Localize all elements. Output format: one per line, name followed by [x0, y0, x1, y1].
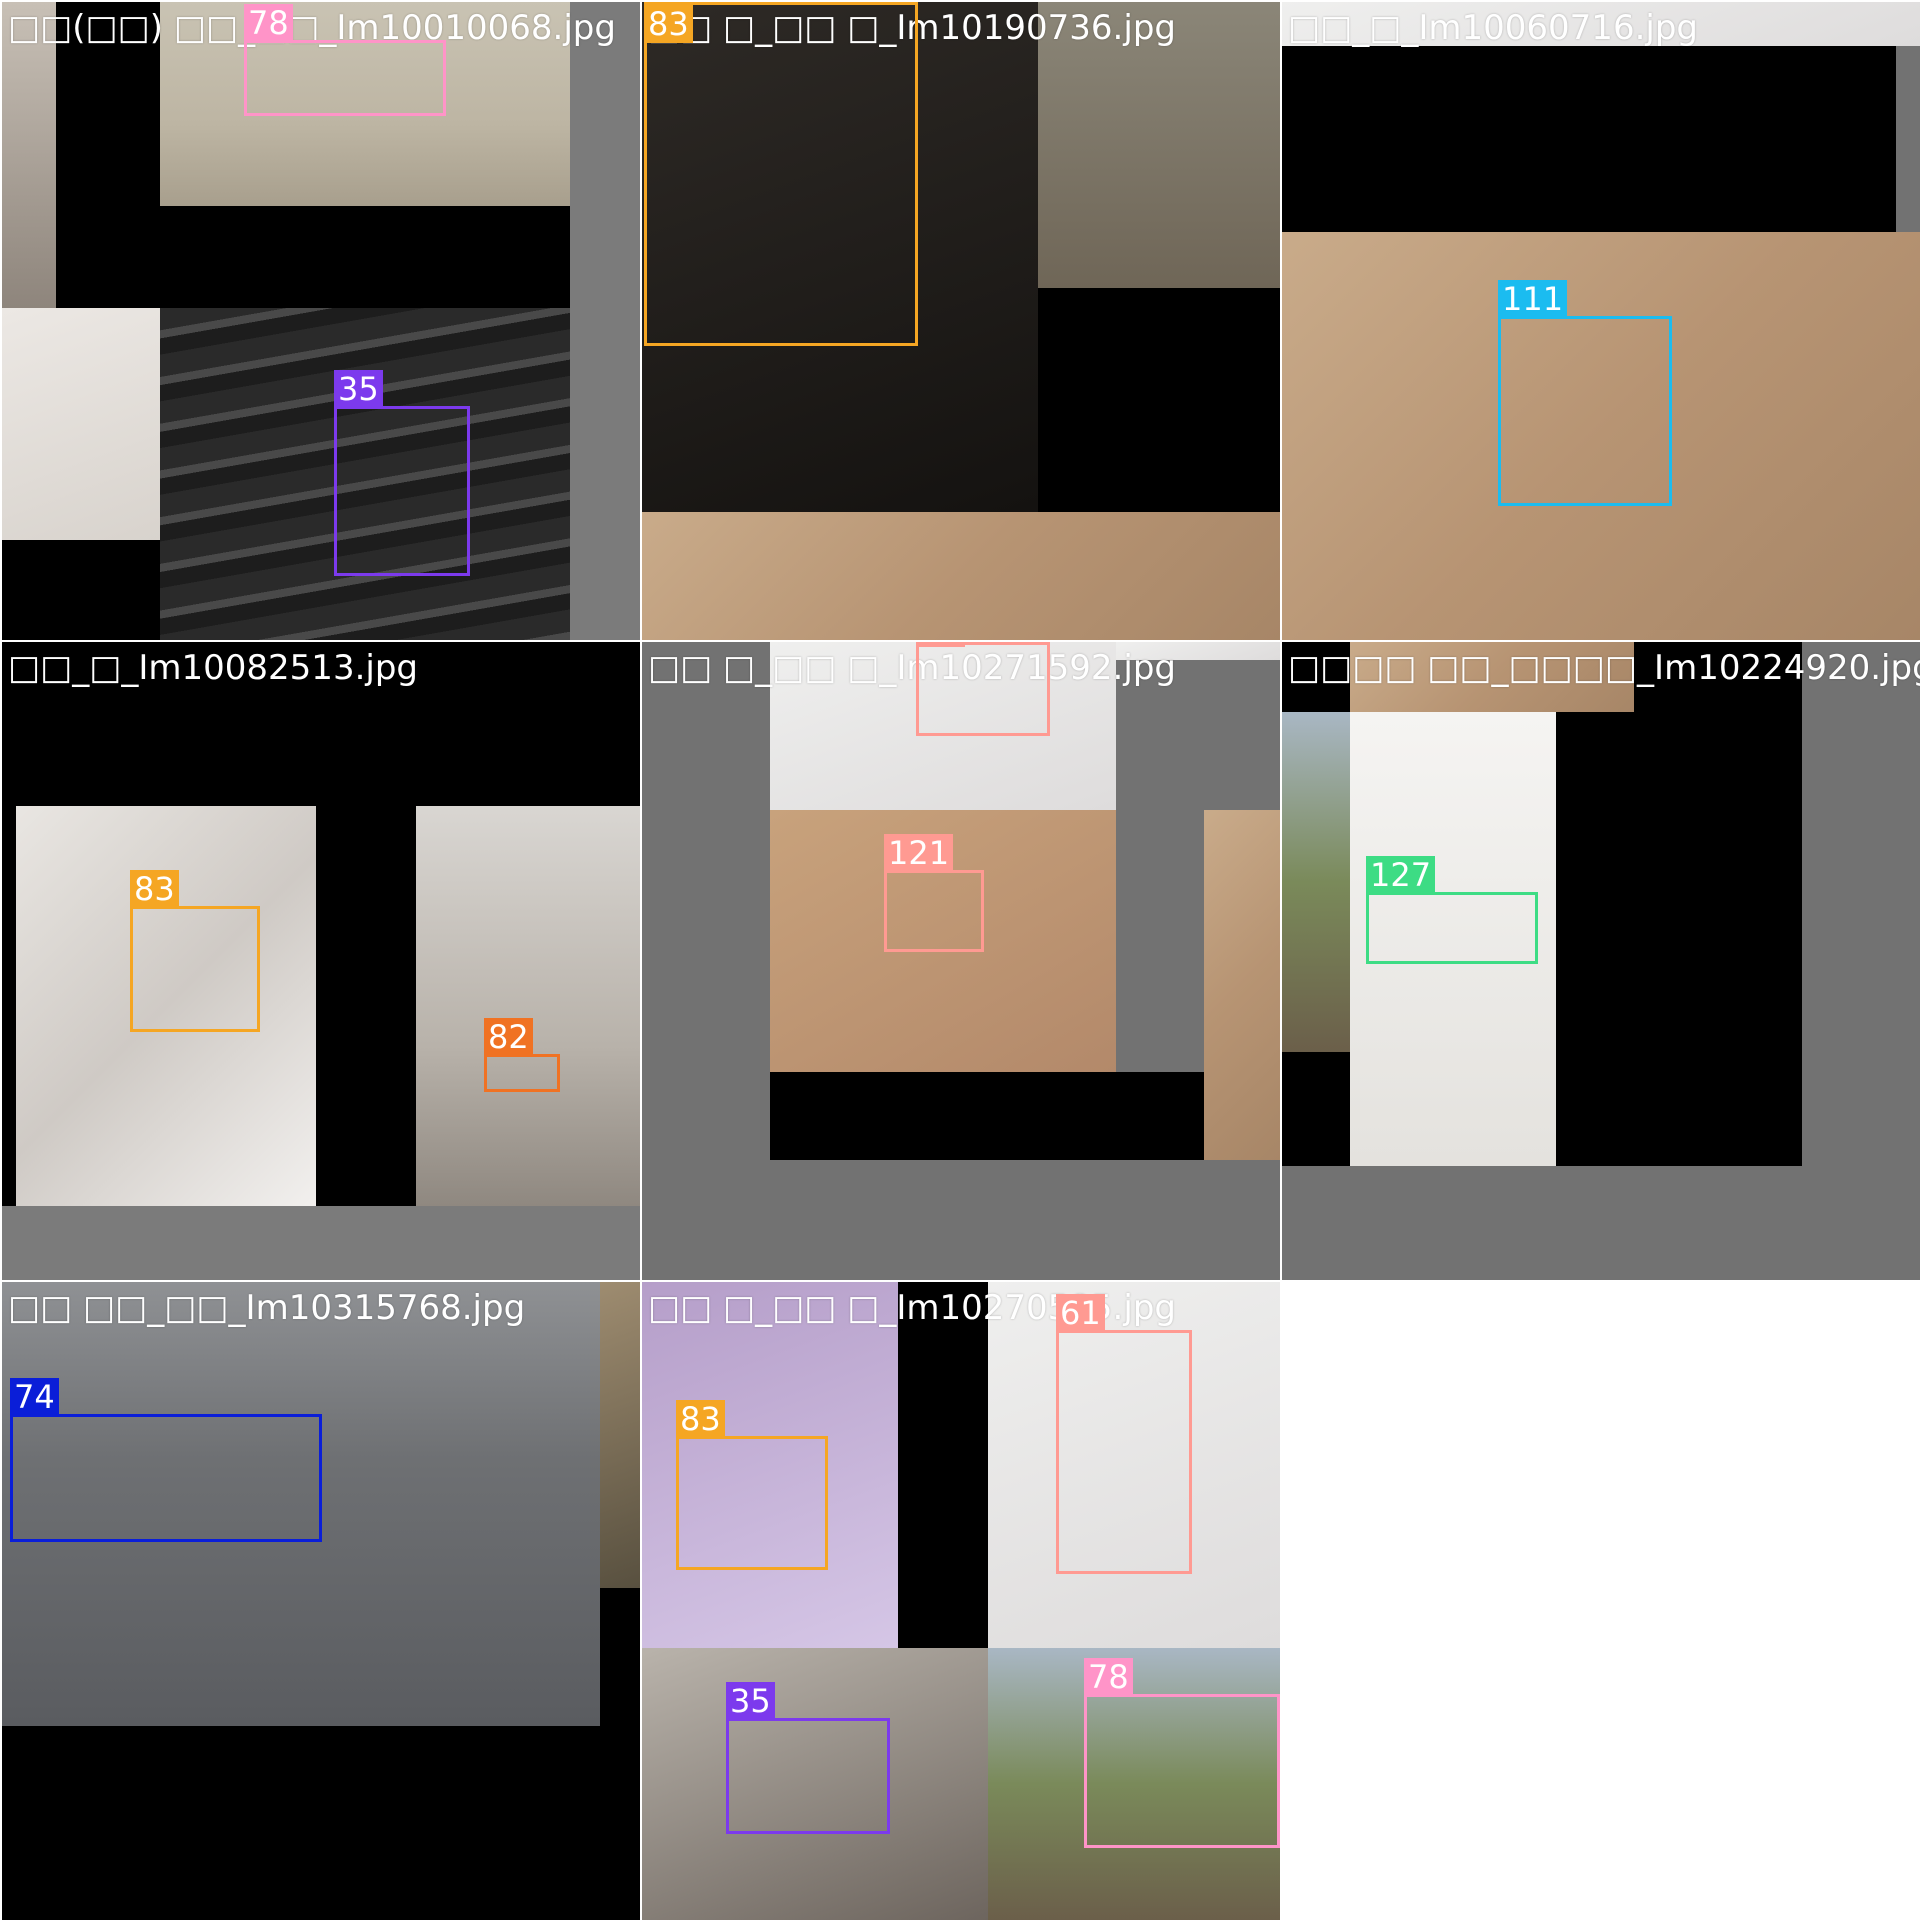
photo-region — [600, 1282, 640, 1588]
detection-box: 82 — [484, 1018, 560, 1092]
class-label: 78 — [244, 4, 293, 42]
class-label: 35 — [726, 1682, 775, 1720]
detection-box: 83 — [676, 1400, 828, 1570]
detection-box: 35 — [726, 1682, 890, 1834]
class-label: 82 — [484, 1018, 533, 1056]
detection-box: 127 — [1366, 856, 1538, 964]
photo-region — [1282, 712, 1350, 1052]
class-label: 83 — [644, 5, 693, 43]
detection-box: 61 — [1056, 1294, 1192, 1574]
detection-box: 111 — [1498, 280, 1672, 506]
photo-region — [1204, 810, 1280, 1160]
class-label: 78 — [1084, 1658, 1133, 1696]
mosaic-tile-3: □□_□_Im10060716.jpg 111 — [1282, 2, 1920, 640]
class-label: 61 — [916, 642, 965, 647]
padding-region — [600, 1588, 640, 1726]
class-label: 111 — [1498, 280, 1568, 318]
photo-region — [642, 512, 1280, 640]
class-label: 35 — [334, 370, 383, 408]
detection-box: 78 — [1084, 1658, 1280, 1848]
detection-box: 121 — [884, 834, 984, 952]
padding-region — [2, 540, 160, 640]
class-label: 74 — [10, 1378, 59, 1416]
padding-region — [898, 1282, 988, 1648]
tile-filename: □□_□_Im10060716.jpg — [1288, 8, 1698, 48]
mosaic-tile-6: □□□□ □□_□□□□_Im10224920.jpg 127 — [1282, 642, 1920, 1280]
mosaic-tile-1: □□(□□) □□_□□_Im10010068.jpg 78 35 — [2, 2, 640, 640]
class-label: 61 — [1056, 1294, 1105, 1332]
padding-region — [1282, 46, 1896, 232]
mosaic-tile-7: □□ □□_□□_Im10315768.jpg 74 — [2, 1282, 640, 1920]
padding-region — [770, 1072, 1204, 1160]
photo-region — [416, 806, 640, 1206]
detection-box: 74 — [10, 1378, 322, 1542]
tile-filename: □□_□_Im10082513.jpg — [8, 648, 418, 688]
class-label: 83 — [130, 870, 179, 908]
class-label: 127 — [1366, 856, 1436, 894]
mosaic-tile-8: □□ □_□□ □_Im10270585.jpg 83 61 35 78 — [642, 1282, 1280, 1920]
detection-box: 83 — [644, 2, 918, 346]
mosaic-tile-4: □□_□_Im10082513.jpg 83 82 — [2, 642, 640, 1280]
padding-region — [1038, 288, 1280, 512]
padding-region — [2, 1726, 640, 1920]
tile-filename: □□□□ □□_□□□□_Im10224920.jpg — [1288, 648, 1920, 688]
detection-box: 35 — [334, 370, 470, 576]
class-label: 83 — [676, 1400, 725, 1438]
padding-region — [2, 1206, 640, 1280]
tile-filename: □□ □□_□□_Im10315768.jpg — [8, 1288, 526, 1328]
tile-filename: □□ □_□□ □_Im10271592.jpg — [648, 648, 1176, 688]
padding-region — [570, 2, 640, 640]
mosaic-grid: □□(□□) □□_□□_Im10010068.jpg 78 35 □□ □_□… — [0, 0, 1920, 1920]
detection-box: 61 — [916, 642, 1050, 736]
class-label: 121 — [884, 834, 954, 872]
detection-box: 83 — [130, 870, 260, 1032]
mosaic-tile-2: □□ □_□□ □_Im10190736.jpg 83 — [642, 2, 1280, 640]
mosaic-tile-5: □□ □_□□ □_Im10271592.jpg 61 121 — [642, 642, 1280, 1280]
padding-region — [56, 206, 570, 308]
detection-box: 78 — [244, 4, 446, 116]
photo-region — [2, 308, 160, 540]
